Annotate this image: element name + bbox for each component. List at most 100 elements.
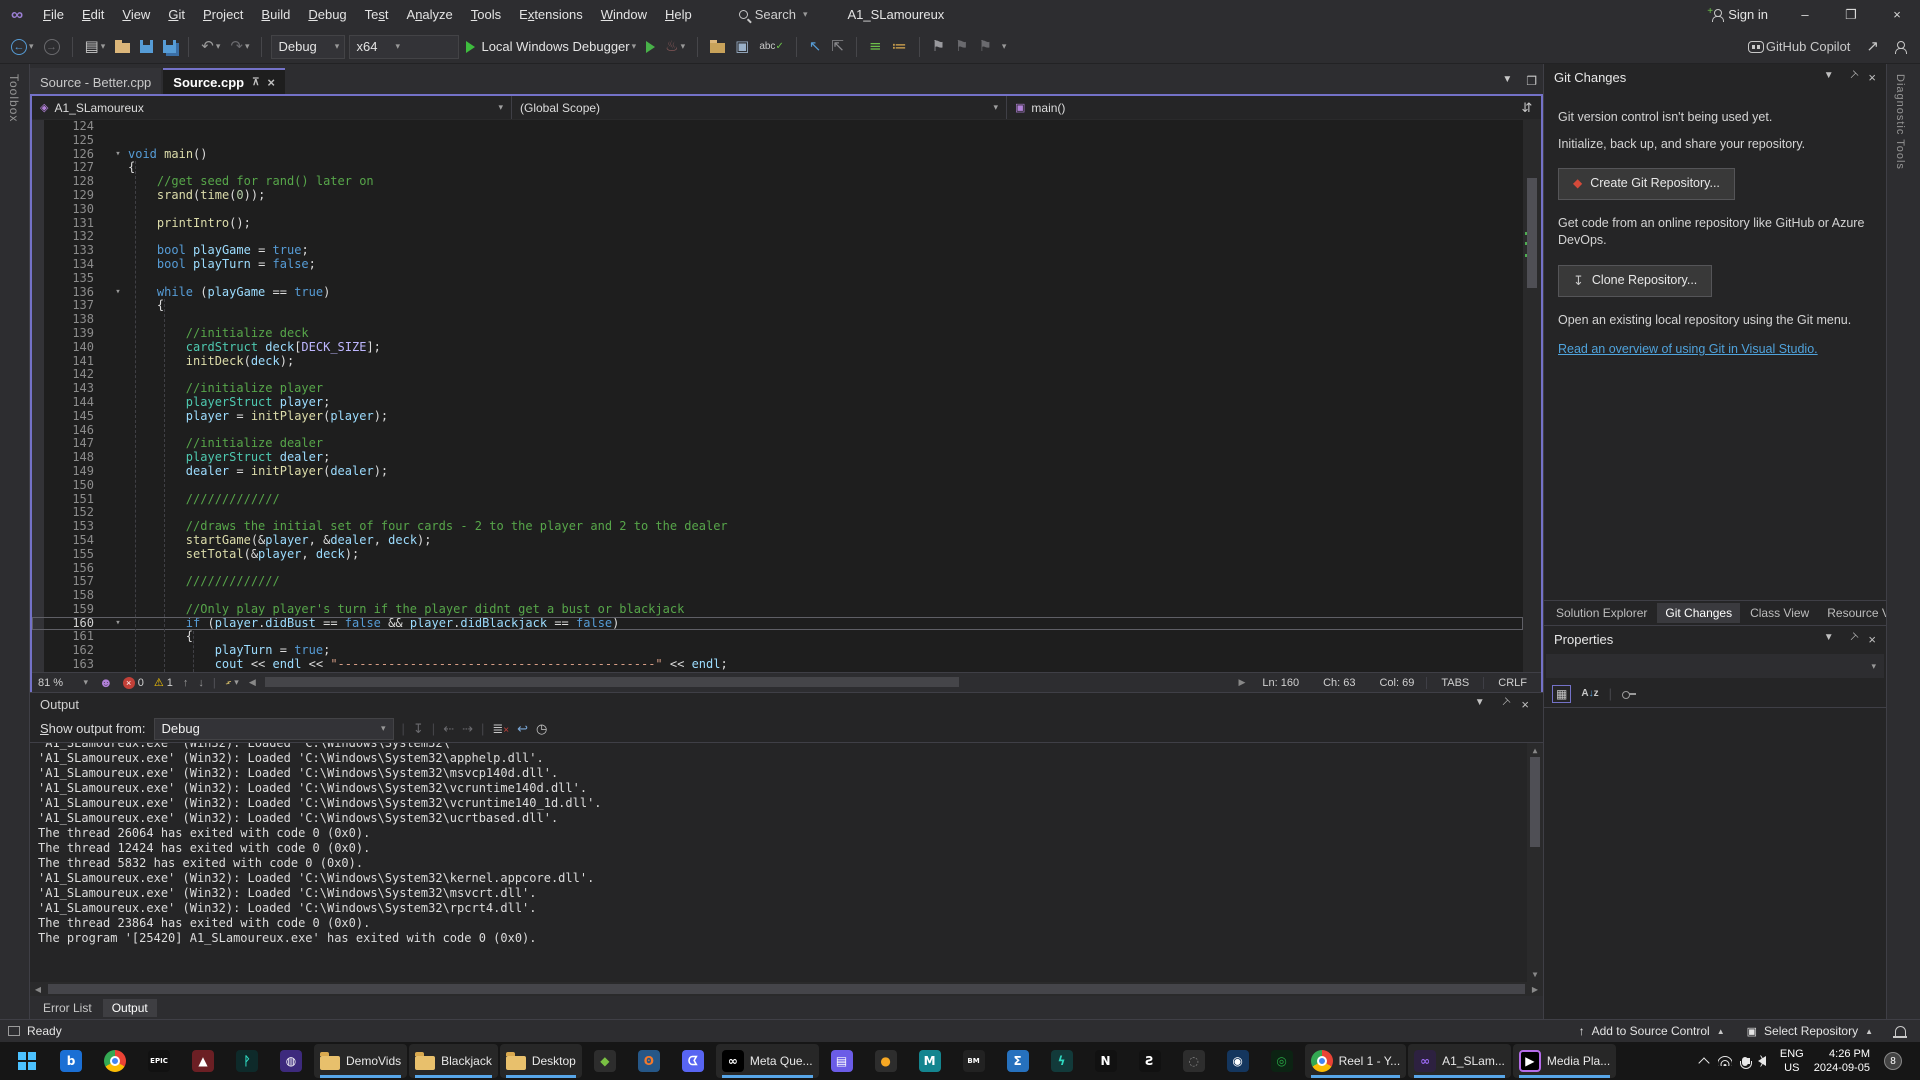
- code-line-131[interactable]: 131 printIntro();: [32, 217, 1523, 231]
- menu-file[interactable]: File: [34, 0, 73, 30]
- menu-window[interactable]: Window: [592, 0, 656, 30]
- taskbar-discord[interactable]: ᗧ: [672, 1044, 714, 1078]
- show-hidden-icons-chevron[interactable]: [1698, 1057, 1709, 1068]
- output-vertical-scrollbar[interactable]: ▲ ▼: [1527, 743, 1543, 982]
- code-line-148[interactable]: 148 playerStruct dealer;: [32, 451, 1523, 465]
- toolbox-tab[interactable]: Toolbox: [0, 64, 28, 132]
- menu-test[interactable]: Test: [356, 0, 398, 30]
- code-line-134[interactable]: 134 bool playTurn = false;: [32, 258, 1523, 272]
- window-position-dropdown-icon[interactable]: ▼: [1824, 632, 1834, 647]
- taskbar-github-desktop[interactable]: ◍: [270, 1044, 312, 1078]
- sign-in-button[interactable]: + Sign in: [1698, 7, 1782, 22]
- taskbar-orange-app[interactable]: ●: [865, 1044, 907, 1078]
- code-line-162[interactable]: 162 playTurn = true;: [32, 644, 1523, 658]
- start-without-debugging-button[interactable]: [643, 34, 658, 60]
- bottom-tab-error-list[interactable]: Error List: [34, 999, 101, 1017]
- maximize-button[interactable]: ❐: [1828, 0, 1874, 30]
- outdent-lines-button[interactable]: ≔: [889, 34, 910, 60]
- scope-dropdown[interactable]: (Global Scope)▾: [512, 96, 1007, 119]
- code-line-146[interactable]: 146: [32, 424, 1523, 438]
- output-source-select[interactable]: Debug▾: [154, 718, 394, 740]
- menu-edit[interactable]: Edit: [73, 0, 113, 30]
- taskbar-chrome-window-reel1[interactable]: Reel 1 - Y...: [1305, 1044, 1407, 1078]
- diagnostic-tools-tab[interactable]: Diagnostic Tools: [1887, 64, 1913, 180]
- pin-tab-icon[interactable]: ⊼: [252, 77, 259, 88]
- taskbar-steam[interactable]: ◉: [1217, 1044, 1259, 1078]
- hscroll-right-arrow[interactable]: ▶: [1233, 677, 1250, 688]
- taskbar-maya[interactable]: M: [909, 1044, 951, 1078]
- code-line-125[interactable]: 125: [32, 134, 1523, 148]
- redo-button[interactable]: ↷▾: [227, 34, 252, 60]
- clone-repository-button[interactable]: ↧ Clone Repository...: [1558, 265, 1712, 297]
- tool-tab-class-view[interactable]: Class View: [1742, 603, 1817, 623]
- code-line-133[interactable]: 133 bool playGame = true;: [32, 244, 1523, 258]
- code-line-124[interactable]: 124: [32, 120, 1523, 134]
- close-icon[interactable]: ×: [1868, 632, 1876, 647]
- wifi-icon[interactable]: [1718, 1056, 1732, 1066]
- taskbar-wave-app[interactable]: ᚹ: [226, 1044, 268, 1078]
- line-indicator[interactable]: Ln: 160: [1250, 677, 1311, 689]
- clock[interactable]: 4:26 PM2024-09-05: [1814, 1047, 1870, 1076]
- taskbar-folder-demovids[interactable]: DemoVids: [314, 1044, 407, 1078]
- git-overview-link[interactable]: Read an overview of using Git in Visual …: [1558, 341, 1872, 359]
- code-line-151[interactable]: 151 /////////////: [32, 493, 1523, 507]
- code-line-161[interactable]: 161 {: [32, 630, 1523, 644]
- save-button[interactable]: [137, 34, 156, 60]
- code-line-128[interactable]: 128 //get seed for rand() later on: [32, 175, 1523, 189]
- output-window-button[interactable]: ▣: [732, 34, 752, 60]
- editor-horizontal-scrollbar[interactable]: [265, 673, 1230, 692]
- taskbar-media-player-window[interactable]: ▶Media Pla...: [1513, 1044, 1616, 1078]
- notification-center-button[interactable]: 8: [1880, 1048, 1906, 1074]
- taskbar-epic-games[interactable]: EPIC: [138, 1044, 180, 1078]
- warning-count-badge[interactable]: ⚠ 1: [149, 676, 178, 689]
- window-position-dropdown-icon[interactable]: ▼: [1824, 70, 1834, 85]
- tool-tab-solution-explorer[interactable]: Solution Explorer: [1548, 603, 1655, 623]
- taskbar-spinner-app[interactable]: ◌: [1173, 1044, 1215, 1078]
- previous-bookmark-button[interactable]: ⚑: [952, 34, 971, 60]
- select-repository-button[interactable]: ▣ Select Repository ▲: [1747, 1024, 1873, 1038]
- close-icon[interactable]: ×: [1868, 70, 1876, 85]
- project-dropdown[interactable]: ◈ A1_SLamoureux▾: [32, 96, 512, 119]
- code-line-130[interactable]: 130: [32, 203, 1523, 217]
- taskbar-folder-desktop[interactable]: Desktop: [500, 1044, 582, 1078]
- document-tab-source-better-cpp[interactable]: Source - Better.cpp: [30, 68, 161, 94]
- feedback-button[interactable]: [1892, 34, 1908, 60]
- menu-debug[interactable]: Debug: [299, 0, 355, 30]
- categorized-view-icon[interactable]: ▦: [1552, 685, 1571, 703]
- taskbar-meta-quest[interactable]: ∞Meta Que...: [716, 1044, 819, 1078]
- hot-reload-button[interactable]: ♨▾: [662, 34, 688, 60]
- tool-tab-git-changes[interactable]: Git Changes: [1657, 603, 1740, 623]
- taskbar-blender[interactable]: ʘ: [628, 1044, 670, 1078]
- code-line-143[interactable]: 143 //initialize player: [32, 382, 1523, 396]
- next-bookmark-button[interactable]: ⚑: [975, 34, 994, 60]
- code-line-138[interactable]: 138: [32, 313, 1523, 327]
- clear-all-icon[interactable]: ≣×: [492, 721, 509, 737]
- output-log[interactable]: 'A1_SLamoureux.exe' (Win32): Loaded 'C:\…: [30, 743, 1543, 982]
- solution-platform-select[interactable]: x64▾: [349, 35, 459, 59]
- code-line-150[interactable]: 150: [32, 479, 1523, 493]
- code-line-142[interactable]: 142: [32, 368, 1523, 382]
- selection-mode-button[interactable]: ↖: [806, 34, 825, 60]
- document-tab-source-cpp[interactable]: Source.cpp⊼×: [163, 68, 285, 94]
- hscroll-right-arrow[interactable]: ▶: [1527, 985, 1543, 994]
- code-line-159[interactable]: 159 //Only play player's turn if the pla…: [32, 603, 1523, 617]
- code-line-136[interactable]: 136▾ while (playGame == true): [32, 286, 1523, 300]
- live-share-button[interactable]: ↗: [1863, 34, 1882, 60]
- code-line-137[interactable]: 137 {: [32, 299, 1523, 313]
- menu-view[interactable]: View: [113, 0, 159, 30]
- github-copilot-button[interactable]: GitHub Copilot: [1745, 34, 1854, 60]
- code-line-129[interactable]: 129 srand(time(0));: [32, 189, 1523, 203]
- spell-check-button[interactable]: abc✓: [756, 34, 787, 60]
- code-line-155[interactable]: 155 setTotal(&player, deck);: [32, 548, 1523, 562]
- code-line-156[interactable]: 156: [32, 562, 1523, 576]
- scrollbar-thumb[interactable]: [1527, 178, 1537, 288]
- taskbar-start[interactable]: [6, 1044, 48, 1078]
- taskbar-notion[interactable]: N: [1085, 1044, 1127, 1078]
- char-indicator[interactable]: Ch: 63: [1311, 677, 1367, 689]
- menu-project[interactable]: Project: [194, 0, 252, 30]
- code-line-132[interactable]: 132: [32, 230, 1523, 244]
- alphabetical-sort-icon[interactable]: A↓z: [1581, 688, 1598, 699]
- menu-help[interactable]: Help: [656, 0, 701, 30]
- navigate-structure-button[interactable]: ⇱: [828, 34, 847, 60]
- code-line-158[interactable]: 158: [32, 589, 1523, 603]
